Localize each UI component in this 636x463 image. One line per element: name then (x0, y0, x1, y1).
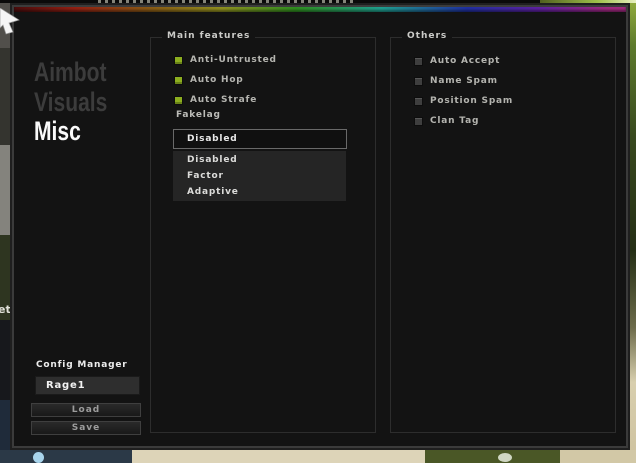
screen: et Aimbot Visuals Misc Main features Ant… (0, 0, 636, 463)
fakelag-dropdown[interactable]: Disabled (173, 129, 347, 149)
checkbox-label: Clan Tag (430, 116, 480, 126)
checkbox-auto-hop[interactable]: Auto Hop (174, 74, 244, 86)
cheat-menu-window: Aimbot Visuals Misc Main features Anti-U… (10, 3, 630, 450)
checkbox-unchecked-icon[interactable] (414, 116, 423, 126)
checkbox-unchecked-icon[interactable] (414, 96, 423, 106)
background-right-sliver (630, 0, 636, 455)
checkbox-label: Anti-Untrusted (190, 55, 277, 65)
dropdown-option-disabled[interactable]: Disabled (173, 152, 346, 168)
main-features-title: Main features (162, 31, 256, 41)
config-manager-title: Config Manager (36, 360, 128, 370)
tab-aimbot[interactable]: Aimbot (34, 57, 107, 87)
checkbox-auto-accept[interactable]: Auto Accept (414, 55, 500, 67)
checkbox-checked-icon[interactable] (174, 95, 183, 105)
dropdown-option-factor[interactable]: Factor (173, 168, 346, 184)
background-left-sliver (0, 0, 10, 463)
save-config-button[interactable]: Save (31, 421, 141, 435)
tab-visuals[interactable]: Visuals (34, 87, 107, 117)
tab-misc[interactable]: Misc (34, 116, 81, 146)
checkbox-unchecked-icon[interactable] (414, 56, 423, 66)
checkbox-label: Name Spam (430, 76, 498, 86)
checkbox-label: Auto Strafe (190, 95, 258, 105)
rainbow-accent-bar (14, 7, 626, 12)
checkbox-checked-icon[interactable] (174, 55, 183, 65)
config-name-input[interactable] (35, 376, 140, 395)
main-features-group: Main features Anti-Untrusted Auto Hop Au… (150, 31, 376, 433)
checkbox-position-spam[interactable]: Position Spam (414, 95, 513, 107)
checkbox-unchecked-icon[interactable] (414, 76, 423, 86)
others-title: Others (402, 31, 453, 41)
fakelag-dropdown-list: Disabled Factor Adaptive (173, 151, 346, 201)
checkbox-anti-untrusted[interactable]: Anti-Untrusted (174, 54, 277, 66)
others-group: Others Auto Accept Name Spam Position Sp… (390, 31, 616, 433)
checkbox-label: Position Spam (430, 96, 514, 106)
dropdown-option-adaptive[interactable]: Adaptive (173, 184, 346, 200)
fakelag-label: Fakelag (176, 110, 221, 120)
load-config-button[interactable]: Load (31, 403, 141, 417)
checkbox-auto-strafe[interactable]: Auto Strafe (174, 94, 257, 106)
checkbox-label: Auto Hop (190, 75, 244, 85)
checkbox-clan-tag[interactable]: Clan Tag (414, 115, 479, 127)
checkbox-checked-icon[interactable] (174, 75, 183, 85)
mouse-cursor-icon (0, 8, 20, 35)
checkbox-label: Auto Accept (430, 56, 501, 66)
checkbox-name-spam[interactable]: Name Spam (414, 75, 498, 87)
background-bottom-sliver (0, 450, 636, 463)
